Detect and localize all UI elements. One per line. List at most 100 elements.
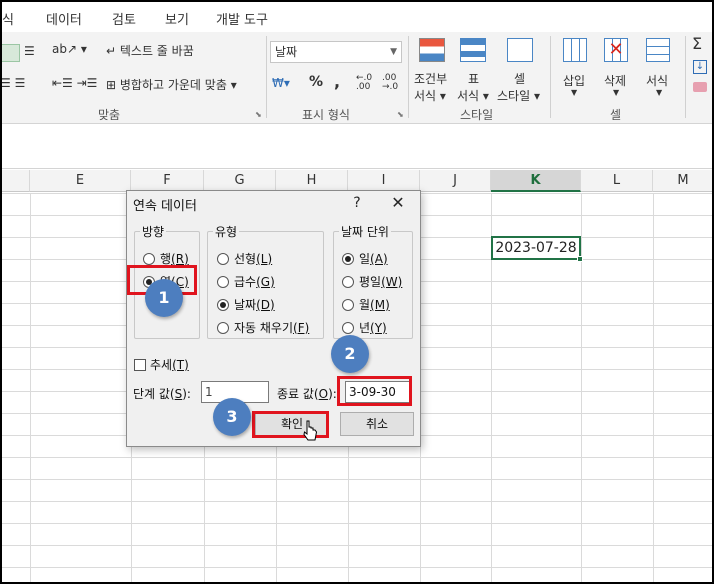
col-header-i[interactable]: I — [348, 170, 420, 192]
date-unit-legend: 날짜 단위 — [339, 223, 391, 240]
close-icon[interactable]: ✕ — [385, 193, 411, 213]
radio-selected-icon — [217, 298, 229, 311]
cell-style-label-2[interactable]: 스타일 ▾ — [497, 87, 540, 104]
clear-icon[interactable] — [693, 82, 707, 92]
chevron-down-icon[interactable]: ▼ — [656, 88, 662, 97]
unit-day-radio[interactable]: 일 (A) — [342, 250, 388, 267]
radio-icon — [217, 321, 229, 334]
col-header-m[interactable]: M — [653, 170, 714, 192]
align-right-icon[interactable]: ☰ ☰ — [0, 76, 25, 90]
dialog-title: 연속 데이터 — [133, 199, 197, 214]
fill-icon[interactable]: ↓ — [693, 60, 707, 74]
fill-handle[interactable] — [577, 256, 583, 262]
mouse-pointer-icon — [303, 420, 318, 441]
delete-cells-icon[interactable]: ✕ — [604, 38, 628, 62]
type-legend: 유형 — [213, 223, 240, 240]
tab-view[interactable]: 보기 — [165, 9, 189, 28]
col-header-f[interactable]: F — [131, 170, 204, 192]
insert-button[interactable]: 삽입 — [563, 72, 585, 89]
col-header-e[interactable]: E — [30, 170, 131, 192]
callout-2: 2 — [331, 335, 369, 373]
tab-developer[interactable]: 개발 도구 — [216, 9, 268, 28]
format-button[interactable]: 서식 — [646, 72, 668, 89]
group-label-align: 맞춤 — [98, 108, 121, 122]
chevron-down-icon: ▼ — [390, 47, 397, 57]
merge-center-button[interactable]: ⊞ 병합하고 가운데 맞춤 ▾ — [106, 76, 237, 93]
group-separator — [266, 36, 267, 118]
radio-icon — [217, 252, 229, 265]
conditional-format-icon[interactable] — [419, 38, 445, 62]
stop-value-label: 종료 값(O): — [277, 387, 337, 401]
number-format-select[interactable]: 날짜 ▼ — [270, 41, 402, 63]
comma-button[interactable]: , — [334, 72, 340, 91]
group-separator — [550, 36, 551, 118]
tab-data[interactable]: 데이터 — [46, 9, 82, 28]
tab-review[interactable]: 검토 — [112, 9, 136, 28]
radio-icon — [342, 298, 354, 311]
type-linear-radio[interactable]: 선형 (L) — [217, 250, 272, 267]
delete-button[interactable]: 삭제 — [604, 72, 626, 89]
chevron-down-icon[interactable]: ▼ — [571, 88, 577, 97]
group-label-number: 표시 형식 — [302, 108, 350, 122]
chevron-down-icon[interactable]: ▼ — [613, 88, 619, 97]
unit-month-radio[interactable]: 월 (M) — [342, 296, 390, 313]
grid-line — [30, 193, 31, 582]
autosum-icon[interactable]: Σ — [692, 34, 702, 53]
number-launcher-icon[interactable]: ⬊ — [397, 110, 404, 119]
grid-line — [653, 193, 654, 582]
percent-button[interactable]: % — [309, 74, 323, 90]
col-header-g[interactable]: G — [204, 170, 276, 192]
increase-decimal-icon[interactable]: ←.0.00 — [356, 74, 372, 92]
ribbon-tab-bar: 식 데이터 검토 보기 개발 도구 — [0, 2, 714, 32]
cell-style-icon[interactable] — [507, 38, 533, 62]
radio-icon — [217, 275, 229, 288]
conditional-format-label-1[interactable]: 조건부 — [414, 70, 447, 87]
table-format-icon[interactable] — [460, 38, 486, 62]
group-label-style: 스타일 — [460, 108, 494, 122]
col-header-h[interactable]: H — [276, 170, 348, 192]
highlight-stop-value — [337, 376, 412, 406]
indent-icon[interactable]: ⇤☰ ⇥☰ — [52, 76, 97, 90]
radio-icon — [342, 321, 354, 334]
cancel-button[interactable]: 취소 — [340, 412, 414, 436]
align-center-icon[interactable]: ☰ — [24, 44, 35, 58]
type-growth-radio[interactable]: 급수 (G) — [217, 273, 275, 290]
group-label-cells: 셀 — [610, 108, 622, 122]
table-format-label-1[interactable]: 표 — [468, 70, 479, 87]
type-date-radio[interactable]: 날짜 (D) — [217, 296, 275, 313]
checkbox-icon — [134, 358, 146, 371]
table-format-label-2[interactable]: 서식 ▾ — [457, 87, 489, 104]
selected-cell-k[interactable]: 2023-07-28 — [491, 236, 583, 262]
formula-area — [0, 125, 714, 169]
callout-3: 3 — [213, 398, 251, 436]
row-header-corner[interactable] — [0, 170, 30, 192]
wrap-text-icon: ↵ — [106, 44, 120, 58]
unit-year-radio[interactable]: 년 (Y) — [342, 319, 387, 336]
col-header-k[interactable]: K — [491, 170, 581, 192]
decrease-decimal-icon[interactable]: .00 →.0 — [382, 74, 398, 92]
align-left-icon[interactable] — [0, 44, 20, 62]
ribbon: ☰ ab↗ ▾ ☰ ☰ ⇤☰ ⇥☰ ↵ 텍스트 줄 바꿈 ⊞ 병합하고 가운데 … — [0, 32, 714, 124]
align-launcher-icon[interactable]: ⬊ — [255, 110, 262, 119]
col-header-j[interactable]: J — [420, 170, 491, 192]
accounting-format-icon[interactable]: ₩▾ — [272, 76, 290, 90]
unit-weekday-radio[interactable]: 평일 (W) — [342, 273, 402, 290]
step-value-label: 단계 값(S): — [133, 387, 191, 401]
trend-checkbox[interactable]: 추세 (T) — [134, 356, 189, 373]
series-dialog: 연속 데이터 ? ✕ 방향 행(R) 열(C) 유형 선형(L) 급수(G) 날… — [126, 190, 421, 447]
insert-cells-icon[interactable] — [563, 38, 587, 62]
format-cells-icon[interactable] — [646, 38, 670, 62]
conditional-format-label-2[interactable]: 서식 ▾ — [414, 87, 446, 104]
radio-icon — [143, 252, 155, 265]
col-header-l[interactable]: L — [581, 170, 653, 192]
callout-1: 1 — [145, 279, 183, 317]
wrap-text-button[interactable]: ↵ 텍스트 줄 바꿈 — [106, 42, 194, 59]
radio-icon — [342, 275, 354, 288]
help-icon[interactable]: ? — [347, 193, 367, 213]
tab-formulas[interactable]: 식 — [2, 9, 14, 28]
cell-style-label-1[interactable]: 셀 — [514, 70, 525, 87]
type-autofill-radio[interactable]: 자동 채우기 (F) — [217, 319, 309, 336]
group-separator — [408, 36, 409, 118]
orientation-icon[interactable]: ab↗ ▾ — [52, 42, 87, 56]
grid-line — [581, 193, 582, 582]
